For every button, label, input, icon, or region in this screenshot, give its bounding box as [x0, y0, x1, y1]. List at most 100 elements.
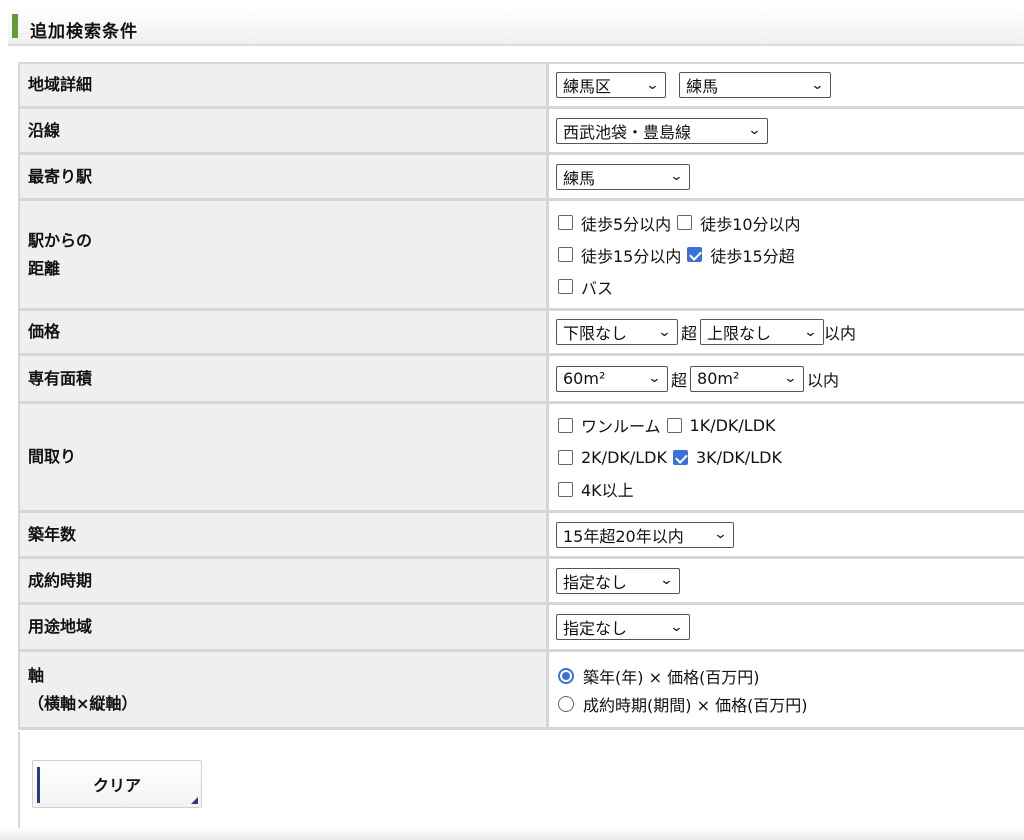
- chevron-down-icon: ⌄: [713, 527, 728, 542]
- price-min-value: 下限なし: [563, 324, 628, 343]
- label-zoning: 用途地域: [18, 605, 549, 652]
- section-title: 追加検索条件: [30, 22, 138, 42]
- line-select[interactable]: 西武池袋・豊島線 ⌄: [556, 117, 768, 144]
- search-conditions-table: 地域詳細 練馬区 ⌄ 練馬 ⌄ 沿線 西武池袋・豊島線 ⌄ 最寄り駅 練馬 ⌄ 駅からの…: [18, 62, 1024, 730]
- value-floor-area: 60m² ⌄ 超 80m² ⌄ 以内: [549, 356, 1024, 404]
- row-layout: 間取り ワンルーム 1K/DK/LDK 2K/DK/LDK 3K/DK/LDK …: [18, 404, 1024, 513]
- label-station: 最寄り駅: [18, 155, 549, 201]
- row-distance: 駅からの 距離 徒歩5分以内 徒歩10分以内 徒歩15分以内 徒歩15分超 バス: [18, 201, 1024, 311]
- row-age: 築年数 15年超20年以内 ⌄: [18, 513, 1024, 559]
- row-axis: 軸 （横軸×縦軸） 築年(年) × 価格(百万円) 成約時期(期間) × 価格(…: [18, 652, 1024, 730]
- label-line: 沿線: [18, 109, 549, 155]
- label-age: 築年数: [18, 513, 549, 559]
- label-floor-area: 専有面積: [18, 356, 549, 404]
- checkbox-icon[interactable]: [558, 449, 573, 465]
- checkbox-3k[interactable]: 3K/DK/LDK: [671, 448, 782, 467]
- floor-area-min-value: 60m²: [563, 369, 606, 388]
- header-accent-bar: [12, 14, 18, 38]
- price-max-select[interactable]: 上限なし ⌄: [700, 319, 825, 345]
- chevron-down-icon: ⌄: [647, 371, 662, 386]
- checkbox-2k[interactable]: 2K/DK/LDK: [556, 448, 667, 467]
- checkbox-icon[interactable]: [558, 481, 573, 497]
- value-axis: 築年(年) × 価格(百万円) 成約時期(期間) × 価格(百万円): [549, 652, 1024, 730]
- chevron-down-icon: ⌄: [810, 77, 825, 93]
- label-area: 地域詳細: [18, 64, 549, 109]
- contract-period-select[interactable]: 指定なし ⌄: [556, 567, 680, 594]
- checkbox-icon[interactable]: [558, 215, 573, 230]
- checkbox-label: 徒歩10分以内: [700, 214, 801, 234]
- floor-area-max-select[interactable]: 80m² ⌄: [690, 365, 805, 392]
- checkbox-label: ワンルーム: [581, 417, 661, 436]
- label-distance-line2: 距離: [28, 258, 61, 278]
- floor-area-max-value: 80m²: [697, 369, 740, 388]
- town-select-value: 練馬: [686, 77, 719, 96]
- checkbox-label: 3K/DK/LDK: [696, 447, 782, 467]
- checkbox-label: 2K/DK/LDK: [581, 447, 667, 467]
- checkbox-one-room[interactable]: ワンルーム: [556, 413, 661, 437]
- checkbox-icon[interactable]: [666, 417, 682, 433]
- checkbox-checked-icon[interactable]: [673, 449, 688, 465]
- checkbox-walk-15[interactable]: 徒歩15分以内: [556, 243, 681, 267]
- value-station: 練馬 ⌄: [549, 155, 1024, 201]
- label-axis-line1: 軸: [28, 665, 45, 685]
- chevron-down-icon: ⌄: [803, 324, 818, 340]
- radio-contract-price[interactable]: 成約時期(期間) × 価格(百万円): [556, 692, 808, 716]
- value-line: 西武池袋・豊島線 ⌄: [549, 109, 1024, 155]
- row-zoning: 用途地域 指定なし ⌄: [18, 605, 1024, 652]
- zoning-value: 指定なし: [563, 619, 628, 638]
- station-select-value: 練馬: [563, 168, 596, 188]
- label-distance: 駅からの 距離: [18, 201, 549, 311]
- value-area: 練馬区 ⌄ 練馬 ⌄: [549, 64, 1024, 109]
- chevron-down-icon: ⌄: [669, 169, 684, 184]
- chevron-down-icon: ⌄: [783, 371, 798, 386]
- checkbox-icon[interactable]: [558, 279, 573, 294]
- radio-icon[interactable]: [558, 695, 574, 712]
- label-axis: 軸 （横軸×縦軸）: [18, 652, 549, 730]
- checkbox-walk-10[interactable]: 徒歩10分以内: [675, 211, 801, 235]
- section-header: 追加検索条件: [8, 8, 1024, 46]
- radio-selected-icon[interactable]: [558, 667, 574, 684]
- checkbox-icon[interactable]: [677, 215, 693, 230]
- chevron-down-icon: ⌄: [657, 324, 672, 340]
- row-price: 価格 下限なし ⌄ 超上限なし ⌄ 以内: [18, 311, 1024, 356]
- value-price: 下限なし ⌄ 超上限なし ⌄ 以内: [549, 311, 1024, 356]
- row-area: 地域詳細 練馬区 ⌄ 練馬 ⌄: [18, 64, 1024, 109]
- station-select[interactable]: 練馬 ⌄: [556, 163, 690, 190]
- value-distance: 徒歩5分以内 徒歩10分以内 徒歩15分以内 徒歩15分超 バス: [549, 201, 1024, 311]
- clear-button-label: クリア: [92, 776, 141, 795]
- checkbox-walk-5[interactable]: 徒歩5分以内: [556, 211, 671, 235]
- checkbox-label: 1K/DK/LDK: [689, 415, 776, 435]
- row-line: 沿線 西武池袋・豊島線 ⌄: [18, 109, 1024, 155]
- radio-age-price[interactable]: 築年(年) × 価格(百万円): [556, 664, 760, 688]
- checkbox-label: 徒歩15分以内: [581, 246, 682, 266]
- building-age-select[interactable]: 15年超20年以内 ⌄: [556, 521, 734, 548]
- checkbox-1k[interactable]: 1K/DK/LDK: [665, 416, 776, 435]
- value-contract: 指定なし ⌄: [549, 559, 1024, 605]
- chevron-down-icon: ⌄: [747, 123, 762, 138]
- building-age-value: 15年超20年以内: [563, 526, 684, 546]
- zoning-select[interactable]: 指定なし ⌄: [556, 614, 690, 640]
- checkbox-4k-plus[interactable]: 4K以上: [556, 477, 634, 501]
- chevron-down-icon: ⌄: [659, 573, 674, 588]
- value-layout: ワンルーム 1K/DK/LDK 2K/DK/LDK 3K/DK/LDK 4K以上: [549, 404, 1024, 513]
- checkbox-bus[interactable]: バス: [556, 275, 613, 299]
- over-text: 超: [681, 324, 698, 343]
- checkbox-icon[interactable]: [558, 417, 573, 433]
- price-min-select[interactable]: 下限なし ⌄: [556, 319, 678, 345]
- chevron-down-icon: ⌄: [669, 619, 684, 635]
- floor-area-min-select[interactable]: 60m² ⌄: [556, 365, 668, 392]
- ward-select[interactable]: 練馬区 ⌄: [556, 72, 666, 98]
- checkbox-icon[interactable]: [558, 247, 573, 262]
- label-price: 価格: [18, 311, 549, 356]
- town-select[interactable]: 練馬 ⌄: [679, 72, 832, 98]
- checkbox-walk-over-15[interactable]: 徒歩15分超: [685, 243, 795, 267]
- checkbox-checked-icon[interactable]: [687, 247, 703, 262]
- price-max-value: 上限なし: [707, 324, 772, 343]
- checkbox-label: 徒歩15分超: [710, 246, 795, 266]
- label-contract: 成約時期: [18, 559, 549, 605]
- checkbox-label: バス: [581, 278, 614, 298]
- clear-button[interactable]: クリア: [32, 760, 202, 808]
- label-axis-line2: （横軸×縦軸）: [28, 693, 138, 713]
- label-layout: 間取り: [18, 404, 549, 513]
- ward-select-value: 練馬区: [563, 77, 612, 96]
